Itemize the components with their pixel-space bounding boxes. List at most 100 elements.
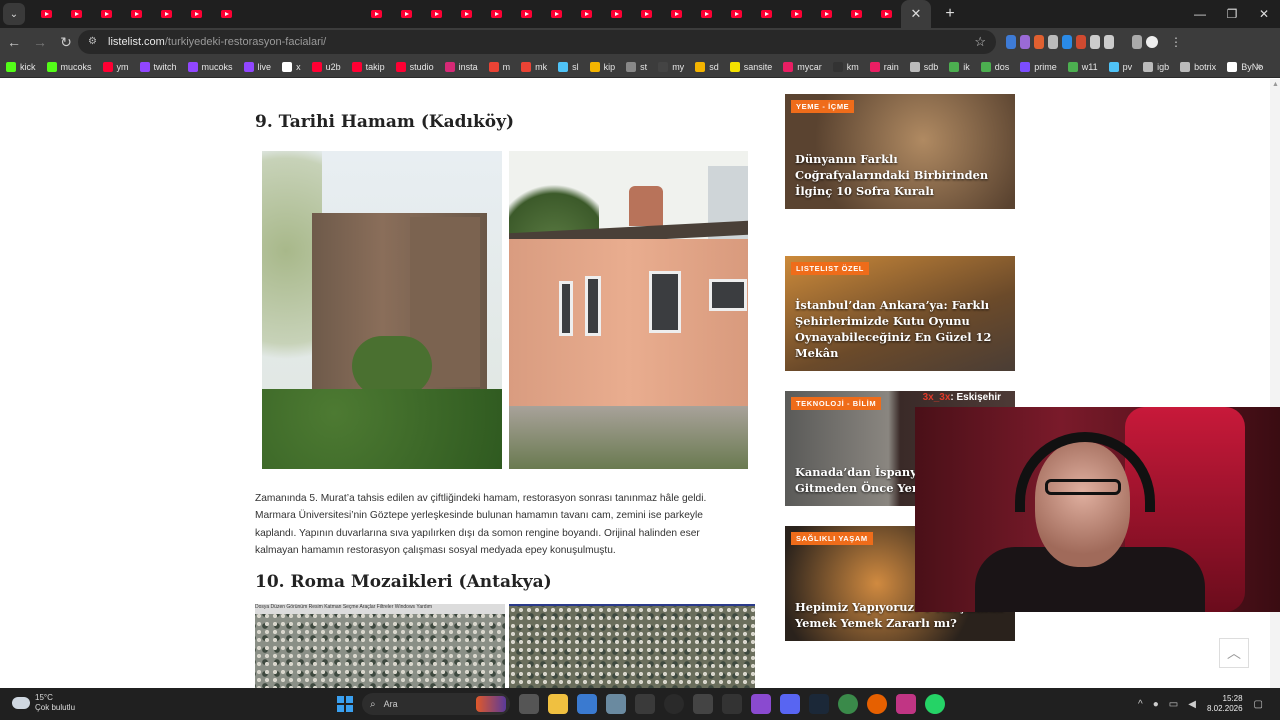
browser-tab[interactable] (91, 0, 121, 28)
bookmark-item[interactable]: w11 (1067, 61, 1098, 72)
browser-tab[interactable] (61, 0, 91, 28)
browser-tab[interactable] (631, 0, 661, 28)
bookmark-item[interactable]: studio (395, 61, 434, 72)
bookmark-item[interactable]: pv (1108, 61, 1132, 72)
close-tab-button[interactable]: ✕ (901, 0, 931, 28)
browser-tab[interactable] (541, 0, 571, 28)
discord-icon[interactable] (779, 694, 800, 714)
bookmark-star-icon[interactable]: ☆ (974, 34, 986, 50)
bookmark-item[interactable]: st (626, 61, 647, 72)
bookmark-item[interactable]: live (243, 61, 271, 72)
close-window-button[interactable]: ✕ (1248, 0, 1280, 28)
browser-tab[interactable] (871, 0, 901, 28)
browser-tab[interactable] (421, 0, 451, 28)
app-icon[interactable] (750, 694, 771, 714)
browser-tab[interactable] (391, 0, 421, 28)
browser-tab[interactable] (661, 0, 691, 28)
bookmark-item[interactable]: sl (558, 61, 579, 72)
tab-search-button[interactable]: ⌄ (3, 3, 25, 25)
browser-tab[interactable] (841, 0, 871, 28)
bookmark-item[interactable]: sd (695, 61, 719, 72)
clock[interactable]: 15:28 8.02.2026 (1207, 694, 1243, 714)
bookmark-item[interactable]: igb (1143, 61, 1169, 72)
chrome-icon[interactable] (837, 694, 858, 714)
bookmark-item[interactable]: insta (444, 61, 478, 72)
firefox-icon[interactable] (866, 694, 887, 714)
bookmark-item[interactable]: mucoks (46, 61, 92, 72)
new-tab-button[interactable]: + (937, 5, 963, 23)
extension-icon[interactable] (1020, 35, 1030, 49)
extensions-puzzle-icon[interactable] (1104, 35, 1114, 49)
start-button[interactable] (337, 696, 353, 712)
microphone-icon[interactable]: ● (1153, 699, 1159, 710)
bookmark-item[interactable]: prime (1020, 61, 1057, 72)
category-badge[interactable]: LISTELIST ÖZEL (791, 262, 869, 275)
browser-tab[interactable] (691, 0, 721, 28)
browser-tab[interactable] (781, 0, 811, 28)
bookmark-item[interactable]: u2b (311, 61, 341, 72)
extension-icon[interactable] (1048, 35, 1058, 49)
bookmark-item[interactable]: sdb (909, 61, 938, 72)
weather-widget[interactable]: 15°C Çok bulutlu (12, 693, 75, 713)
card-title[interactable]: Dünyanın Farklı Coğrafyalarındaki Birbir… (795, 151, 1010, 199)
headset-app-icon[interactable] (634, 694, 655, 714)
restore-button[interactable]: ❐ (1216, 0, 1248, 28)
app-icon[interactable] (692, 694, 713, 714)
task-view-icon[interactable] (518, 694, 539, 714)
file-explorer-icon[interactable] (547, 694, 568, 714)
browser-tab[interactable] (181, 0, 211, 28)
category-badge[interactable]: SAĞLIKLI YAŞAM (791, 532, 873, 545)
extension-icon[interactable] (1062, 35, 1072, 49)
sidebar-card[interactable]: LISTELIST ÖZEL İstanbul’dan Ankara’ya: F… (785, 256, 1015, 371)
browser-tab[interactable] (571, 0, 601, 28)
extension-icon[interactable] (1090, 35, 1100, 49)
bookmark-item[interactable]: x (282, 61, 301, 72)
bookmark-item[interactable]: mk (521, 61, 547, 72)
bookmark-item[interactable]: botrix (1180, 61, 1216, 72)
reading-list-icon[interactable] (1132, 35, 1142, 49)
minimize-button[interactable]: — (1184, 0, 1216, 28)
profile-avatar[interactable] (1146, 36, 1158, 48)
taskbar-search[interactable]: ⌕ Ara (362, 693, 510, 715)
bookmark-item[interactable]: takip (351, 61, 385, 72)
extension-icon[interactable] (1034, 35, 1044, 49)
back-to-top-button[interactable]: ︿ (1219, 638, 1249, 668)
bookmark-item[interactable]: mucoks (187, 61, 233, 72)
category-badge[interactable]: TEKNOLOJİ - BİLİM (791, 397, 882, 410)
store-icon[interactable] (576, 694, 597, 714)
browser-tab[interactable] (721, 0, 751, 28)
bookmark-item[interactable]: dos (980, 61, 1009, 72)
sidebar-card[interactable]: YEME - İÇME Dünyanın Farklı Coğrafyaları… (785, 94, 1015, 209)
whatsapp-icon[interactable] (924, 694, 945, 714)
site-info-icon[interactable]: ⚙ (88, 36, 100, 48)
browser-tab[interactable] (361, 0, 391, 28)
browser-tab[interactable] (751, 0, 781, 28)
browser-tab[interactable] (451, 0, 481, 28)
forward-button[interactable]: → (28, 30, 52, 54)
settings-icon[interactable] (605, 694, 626, 714)
browser-tab[interactable] (31, 0, 61, 28)
bookmark-item[interactable]: m (488, 61, 510, 72)
browser-tab[interactable] (211, 0, 241, 28)
extension-icon[interactable] (1006, 35, 1016, 49)
bookmark-item[interactable]: kick (6, 61, 36, 72)
chevron-up-icon[interactable]: ^ (1138, 699, 1143, 710)
app-icon[interactable] (721, 694, 742, 714)
instagram-icon[interactable] (895, 694, 916, 714)
bookmark-item[interactable]: ik (949, 61, 970, 72)
obs-icon[interactable] (663, 694, 684, 714)
extension-icon[interactable] (1076, 35, 1086, 49)
browser-tab[interactable] (601, 0, 631, 28)
browser-tab[interactable] (511, 0, 541, 28)
steam-icon[interactable] (808, 694, 829, 714)
bookmarks-overflow-icon[interactable]: » (1256, 61, 1262, 72)
browser-tab[interactable] (121, 0, 151, 28)
bookmark-item[interactable]: rain (869, 61, 899, 72)
network-icon[interactable]: ▭ (1169, 699, 1178, 710)
bookmark-item[interactable]: km (832, 61, 859, 72)
scroll-up-arrow-icon[interactable]: ▲ (1272, 81, 1279, 91)
bookmark-item[interactable]: mycar (783, 61, 822, 72)
menu-kebab-icon[interactable]: ⋮ (1170, 35, 1182, 49)
bookmark-item[interactable]: kip (589, 61, 615, 72)
bookmark-item[interactable]: sansite (729, 61, 772, 72)
